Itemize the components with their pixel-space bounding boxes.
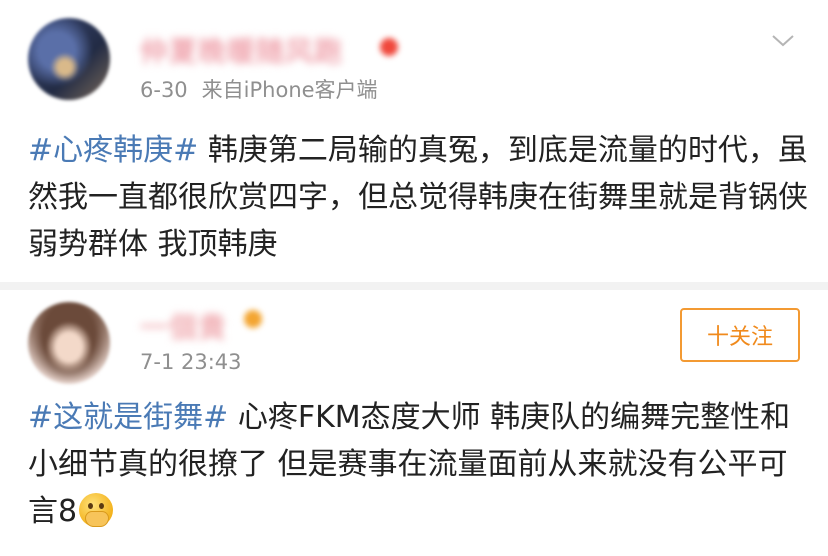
post-text: #这就是街舞# 心疼FKM态度大师 韩庚队的编舞完整性和小细节真的很撩了 但是赛… bbox=[28, 394, 808, 535]
avatar[interactable] bbox=[28, 302, 110, 384]
post-text: #心疼韩庚# 韩庚第二局输的真冤，到底是流量的时代，虽然我一直都很欣赏四字，但总… bbox=[28, 127, 808, 268]
post-time: 6-30 bbox=[140, 78, 188, 102]
post-source: 来自iPhone客户端 bbox=[201, 78, 378, 102]
divider bbox=[0, 282, 828, 290]
username[interactable]: 仲夏晚暖随风跑 bbox=[140, 30, 343, 70]
hashtag-link[interactable]: #这就是街舞# bbox=[28, 400, 228, 435]
chevron-down-icon[interactable] bbox=[770, 30, 796, 50]
post-time: 7-1 23:43 bbox=[140, 350, 242, 374]
username[interactable]: 一個貴 bbox=[140, 306, 227, 346]
member-badge-icon bbox=[244, 310, 262, 328]
member-badge-icon bbox=[380, 38, 398, 56]
follow-button[interactable]: 十关注 bbox=[680, 308, 800, 362]
weibo-post: 一個貴 7-1 23:43 十关注 #这就是街舞# 心疼FKM态度大师 韩庚队的… bbox=[0, 290, 828, 556]
post-meta: 7-1 23:43 bbox=[140, 350, 242, 374]
post-meta: 6-30 来自iPhone客户端 bbox=[140, 74, 378, 104]
hashtag-link[interactable]: #心疼韩庚# bbox=[28, 133, 198, 168]
weibo-post: 仲夏晚暖随风跑 6-30 来自iPhone客户端 #心疼韩庚# 韩庚第二局输的真冤… bbox=[0, 0, 828, 282]
face-with-hand-over-mouth-icon bbox=[79, 493, 114, 527]
avatar[interactable] bbox=[28, 18, 110, 100]
